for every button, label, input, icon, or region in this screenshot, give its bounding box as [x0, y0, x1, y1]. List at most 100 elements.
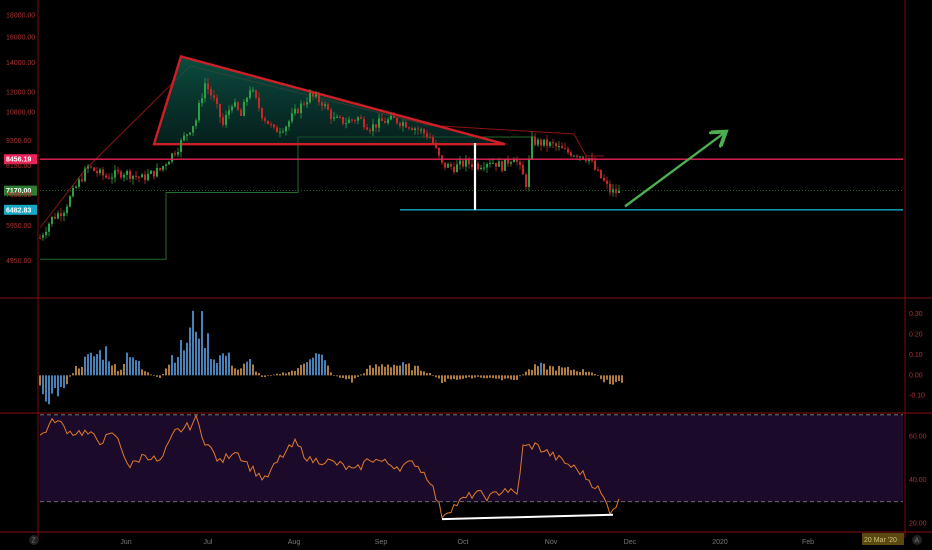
price-tick-label: 14000.00	[6, 60, 35, 67]
histogram-bar	[234, 368, 236, 376]
histogram-bar	[597, 375, 599, 376]
candle-body	[219, 103, 221, 118]
histogram-bar	[222, 353, 224, 376]
candle-body	[333, 117, 335, 119]
candle-body	[414, 128, 416, 131]
candle-body	[237, 102, 239, 110]
histogram-bar	[480, 375, 482, 378]
histogram-bar	[438, 375, 440, 379]
candle-body	[450, 164, 452, 167]
candle-body	[195, 120, 197, 126]
svg-text:Z: Z	[32, 538, 37, 545]
histogram-bar	[273, 374, 275, 376]
price-tag-label: 6482.83	[6, 207, 31, 214]
time-tick-label: Dec	[624, 539, 637, 546]
candle-body	[513, 159, 515, 163]
histogram-bar	[600, 375, 602, 380]
histogram-bar	[558, 365, 560, 376]
histogram-bar	[255, 371, 257, 376]
oscillator-tick-label: 0.00	[909, 372, 923, 379]
histogram-bar	[111, 365, 113, 376]
histogram-bar	[138, 360, 140, 376]
histogram-bar	[300, 364, 302, 376]
histogram-bar	[258, 373, 260, 376]
histogram-bar	[150, 374, 152, 376]
histogram-bar	[165, 368, 167, 376]
histogram-bar	[459, 375, 461, 380]
candle-body	[600, 169, 602, 179]
histogram-bar	[141, 369, 143, 376]
histogram-bar	[582, 369, 584, 376]
histogram-bar	[492, 375, 494, 379]
candle-body	[138, 176, 140, 178]
candle-body	[105, 175, 107, 178]
candle-body	[189, 132, 191, 135]
histogram-bar	[117, 371, 119, 376]
candle-body	[444, 162, 446, 168]
histogram-bar	[399, 365, 401, 376]
time-tick-label: Sep	[375, 539, 388, 546]
histogram-bar	[153, 375, 155, 376]
histogram-bar	[429, 373, 431, 376]
histogram-bar	[372, 367, 374, 376]
time-tick-label: Feb	[802, 539, 814, 546]
candle-body	[123, 174, 125, 178]
histogram-bar	[57, 375, 59, 397]
oscillator-tick-label: 0.30	[909, 311, 923, 318]
candle-body	[267, 120, 269, 125]
price-tick-label: 9300.00	[6, 138, 31, 145]
timezone-button[interactable]: Z	[29, 535, 39, 545]
histogram-bar	[243, 363, 245, 376]
candle-body	[555, 143, 557, 147]
histogram-bar	[195, 331, 197, 376]
candle-body	[324, 104, 326, 106]
histogram-bar	[147, 372, 149, 376]
candle-body	[546, 139, 548, 146]
histogram-bar	[351, 375, 353, 383]
candle-body	[261, 108, 263, 119]
candle-body	[615, 189, 617, 194]
histogram-bar	[201, 311, 203, 376]
time-tick-label: 2020	[712, 539, 728, 546]
histogram-bar	[102, 359, 104, 376]
candle-body	[102, 169, 104, 176]
candle-body	[363, 118, 365, 128]
histogram-bar	[81, 366, 83, 376]
histogram-bar	[402, 362, 404, 376]
histogram-bar	[387, 364, 389, 376]
candle-body	[243, 101, 245, 116]
auto-scale-button[interactable]: A	[912, 535, 922, 545]
histogram-bar	[546, 369, 548, 376]
histogram-bar	[75, 365, 77, 376]
candle-body	[96, 171, 98, 173]
candle-body	[288, 121, 290, 127]
histogram-bar	[342, 375, 344, 378]
histogram-bar	[276, 373, 278, 376]
candle-body	[255, 90, 257, 98]
histogram-bar	[282, 372, 284, 376]
histogram-bar	[324, 360, 326, 376]
candle-body	[42, 235, 44, 238]
candle-body	[108, 177, 110, 179]
histogram-bar	[552, 366, 554, 376]
candle-body	[342, 117, 344, 124]
candle-body	[294, 108, 296, 114]
histogram-bar	[522, 374, 524, 376]
histogram-bar	[162, 373, 164, 376]
histogram-bar	[177, 357, 179, 376]
candle-body	[561, 146, 563, 149]
histogram-bar	[528, 369, 530, 376]
histogram-bar	[210, 359, 212, 376]
candle-body	[378, 118, 380, 128]
candle-body	[303, 103, 305, 105]
histogram-bar	[516, 375, 518, 380]
candle-body	[231, 106, 233, 111]
histogram-bar	[237, 369, 239, 376]
histogram-bar	[510, 375, 512, 380]
oscillator-tick-label: 0.10	[909, 352, 923, 359]
candle-body	[282, 131, 284, 133]
histogram-bar	[444, 375, 446, 382]
candle-body	[501, 161, 503, 171]
histogram-bar	[555, 370, 557, 376]
histogram-bar	[156, 375, 158, 377]
